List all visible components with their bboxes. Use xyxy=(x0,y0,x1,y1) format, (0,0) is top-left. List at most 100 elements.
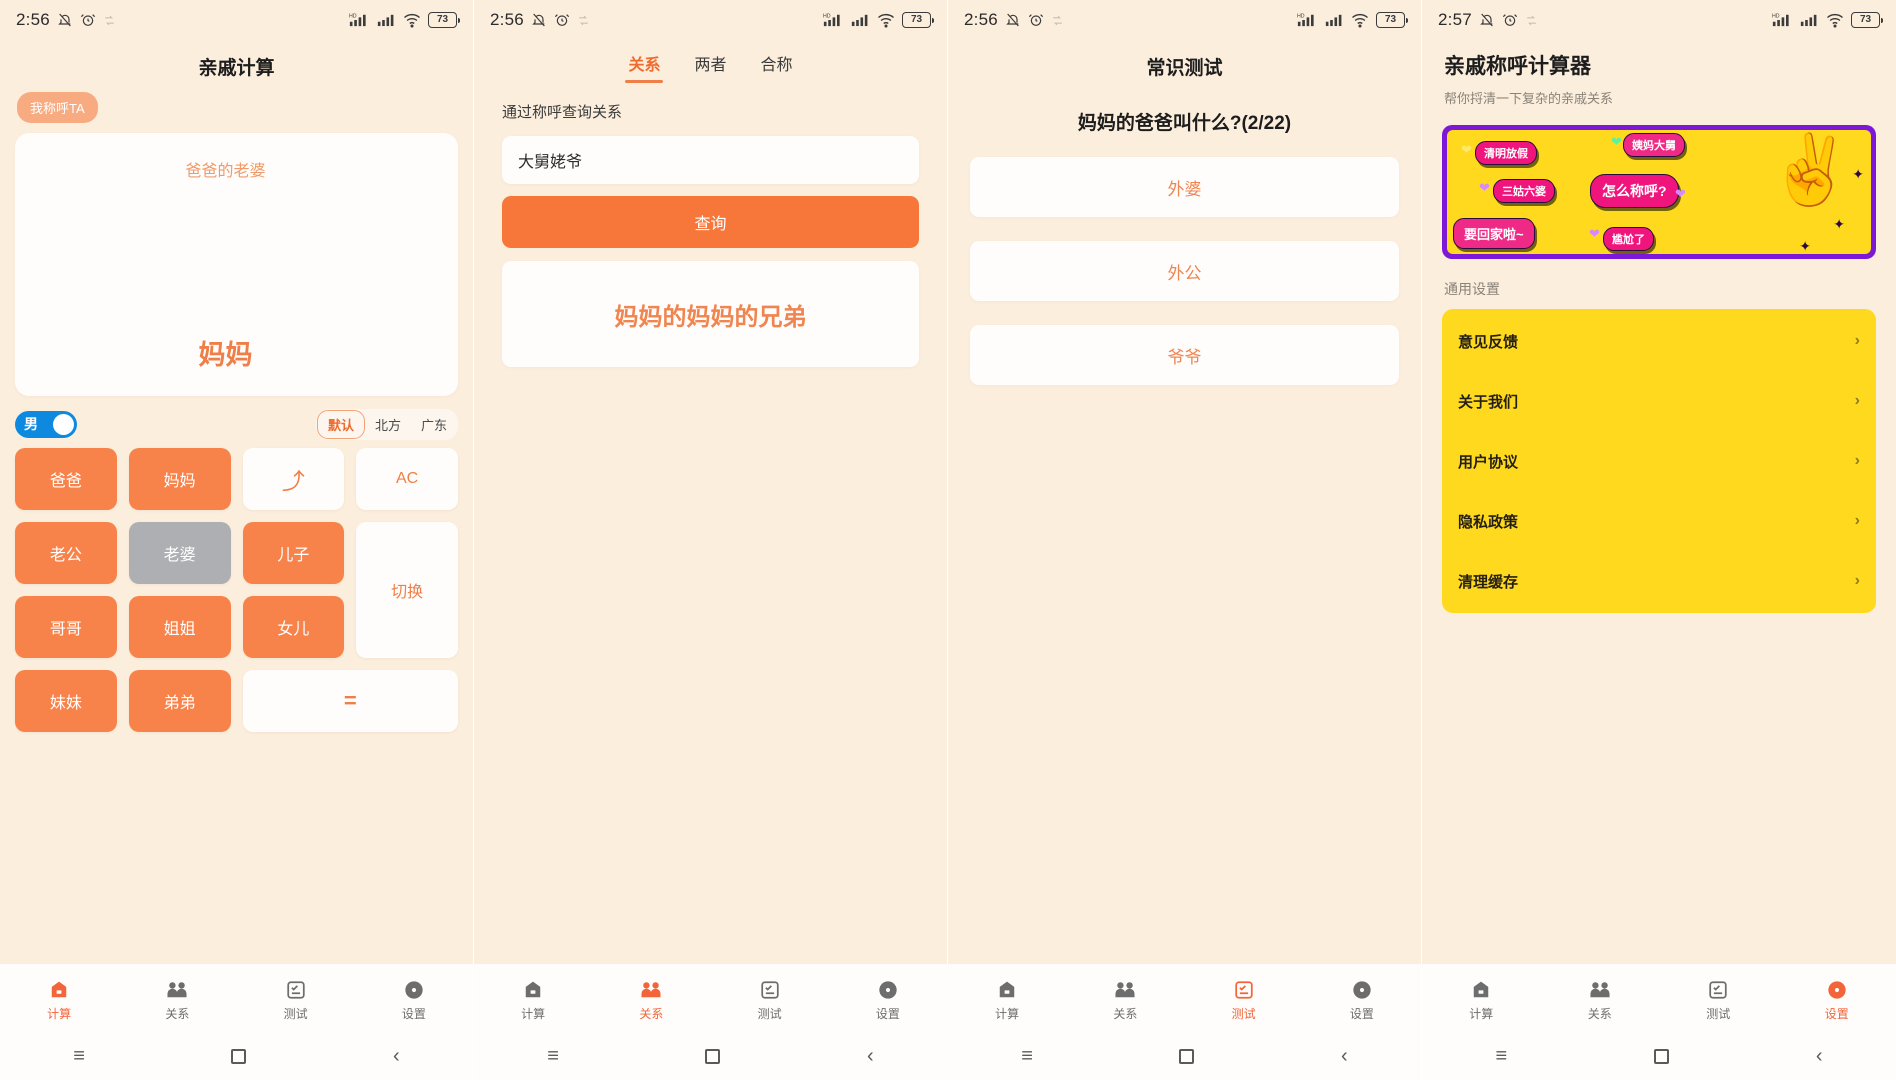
system-home-button[interactable] xyxy=(705,1048,721,1064)
key-daughter[interactable]: 女儿 xyxy=(242,596,345,658)
query-button[interactable]: 查询 xyxy=(502,196,919,248)
alarm-icon xyxy=(1028,14,1043,26)
nav-item-calculate[interactable]: 计算 xyxy=(474,979,592,1022)
calculator-body: 我称呼TA 爸爸的老婆 妈妈 男 默认 北方 广东 爸爸 妈妈 ⤴ AC 老公 … xyxy=(0,86,473,964)
dialect-option-guangdong[interactable]: 广东 xyxy=(411,411,457,438)
key-younger-brother[interactable]: 弟弟 xyxy=(128,670,231,732)
key-elder-brother[interactable]: 哥哥 xyxy=(15,596,117,658)
nav-item-relation[interactable]: 关系 xyxy=(1066,979,1184,1022)
key-mother[interactable]: 妈妈 xyxy=(128,448,231,510)
tab-collective[interactable]: 合称 xyxy=(761,51,793,83)
signal-icon xyxy=(851,14,868,27)
nav-item-test[interactable]: 测试 xyxy=(1659,979,1778,1022)
system-menu-button[interactable]: ≡ xyxy=(547,1046,559,1066)
quiz-option-1[interactable]: 外婆 xyxy=(970,157,1399,217)
heart-icon: ❤ xyxy=(1611,134,1622,149)
backspace-button[interactable]: ⤴ xyxy=(242,448,345,510)
chevron-right-icon: › xyxy=(1854,392,1860,409)
screen-calculator: 2:56 HD 73 亲戚计算 我称呼TA 爸爸的老婆 妈妈 男 默认 北方 广… xyxy=(0,0,474,1080)
sync-icon xyxy=(105,15,114,25)
calculator-icon xyxy=(1474,981,1489,997)
settings-item-about[interactable]: 关于我们 › xyxy=(1442,371,1876,431)
nav-label-settings: 设置 xyxy=(1349,1006,1374,1021)
nav-item-test[interactable]: 测试 xyxy=(1185,979,1303,1022)
bottom-nav: 计算 关系 测试 设置 xyxy=(948,964,1421,1032)
key-son[interactable]: 儿子 xyxy=(242,522,345,584)
settings-item-feedback[interactable]: 意见反馈 › xyxy=(1442,311,1876,371)
gender-toggle[interactable]: 男 xyxy=(15,410,77,438)
calculator-icon xyxy=(51,981,67,997)
status-bar: 2:56 HD 73 xyxy=(474,0,947,40)
nav-label-relation: 关系 xyxy=(639,1006,664,1021)
signal-hd-icon: HD xyxy=(349,13,366,27)
nav-item-test[interactable]: 测试 xyxy=(711,979,829,1022)
nav-item-calculate[interactable]: 计算 xyxy=(1422,979,1541,1022)
app-subtitle: 帮你捋清一下复杂的亲戚关系 xyxy=(1444,91,1614,106)
key-elder-sister[interactable]: 姐姐 xyxy=(128,596,231,658)
sparkle-icon: ✦ xyxy=(1833,216,1845,232)
system-menu-button[interactable]: ≡ xyxy=(1021,1046,1033,1066)
banner-badge-1: 清明放假 xyxy=(1475,141,1537,165)
promo-banner-inner: ❤ 清明放假 ❤ 姨妈大舅 ❤ 三姑六婆 怎么称呼? ❤ 要回家啦~ ❤ 尴尬了… xyxy=(1447,130,1871,254)
alarm-icon xyxy=(1502,14,1517,26)
key-father[interactable]: 爸爸 xyxy=(15,448,117,510)
nav-label-calculate: 计算 xyxy=(47,1006,72,1021)
system-home-button[interactable] xyxy=(1179,1048,1195,1064)
dialect-option-default[interactable]: 默认 xyxy=(316,409,365,439)
system-home-button[interactable] xyxy=(1653,1048,1669,1064)
keypad: 爸爸 妈妈 ⤴ AC 老公 老婆 儿子 切换 哥哥 姐姐 女儿 妹妹 弟弟 = xyxy=(15,448,458,744)
nav-item-settings[interactable]: 设置 xyxy=(1303,979,1421,1022)
status-bar-left: 2:56 xyxy=(490,10,590,30)
nav-item-calculate[interactable]: 计算 xyxy=(0,979,118,1022)
equals-button[interactable]: = xyxy=(242,670,458,732)
battery-indicator: 73 xyxy=(1376,12,1408,28)
system-home-button[interactable] xyxy=(231,1048,247,1064)
gear-icon xyxy=(879,980,897,999)
tab-relation[interactable]: 关系 xyxy=(628,51,660,83)
nav-item-settings[interactable]: 设置 xyxy=(1778,979,1896,1022)
nav-label-settings: 设置 xyxy=(1824,1006,1849,1021)
bottom-nav: 计算 关系 测试 设置 xyxy=(1422,964,1896,1032)
perspective-chip[interactable]: 我称呼TA xyxy=(17,92,98,123)
screenshot-root: 2:56 HD 73 亲戚计算 我称呼TA 爸爸的老婆 妈妈 男 默认 北方 广… xyxy=(0,0,1896,1080)
nav-item-test[interactable]: 测试 xyxy=(237,979,355,1022)
promo-banner[interactable]: ❤ 清明放假 ❤ 姨妈大舅 ❤ 三姑六婆 怎么称呼? ❤ 要回家啦~ ❤ 尴尬了… xyxy=(1442,125,1876,259)
key-younger-sister[interactable]: 妹妹 xyxy=(15,670,117,732)
relation-icon xyxy=(641,981,661,997)
status-bar-right: HD 73 xyxy=(823,12,934,28)
nav-item-relation[interactable]: 关系 xyxy=(592,979,710,1022)
dialect-option-north[interactable]: 北方 xyxy=(365,411,411,438)
quiz-option-2[interactable]: 外公 xyxy=(970,241,1399,301)
system-nav-bar: ≡ ‹ xyxy=(474,1032,947,1080)
nav-label-relation: 关系 xyxy=(1587,1006,1612,1021)
system-back-button[interactable]: ‹ xyxy=(393,1046,400,1066)
nav-item-settings[interactable]: 设置 xyxy=(829,979,947,1022)
calculator-display: 爸爸的老婆 妈妈 xyxy=(15,133,458,396)
signal-icon xyxy=(377,14,394,27)
system-back-button[interactable]: ‹ xyxy=(1341,1046,1348,1066)
system-nav-bar: ≡ ‹ xyxy=(948,1032,1421,1080)
gear-icon xyxy=(1828,980,1846,999)
system-menu-button[interactable]: ≡ xyxy=(1495,1046,1507,1066)
quiz-body: 妈妈的爸爸叫什么?(2/22) 外婆 外公 爷爷 xyxy=(948,86,1421,964)
settings-item-privacy[interactable]: 隐私政策 › xyxy=(1442,491,1876,551)
relation-icon xyxy=(1115,981,1135,997)
quiz-option-3[interactable]: 爷爷 xyxy=(970,325,1399,385)
switch-button[interactable]: 切换 xyxy=(356,522,458,658)
nav-item-calculate[interactable]: 计算 xyxy=(948,979,1066,1022)
settings-item-clear-cache[interactable]: 清理缓存 › xyxy=(1442,551,1876,611)
tab-both[interactable]: 两者 xyxy=(694,51,726,83)
nav-item-relation[interactable]: 关系 xyxy=(1541,979,1660,1022)
key-husband[interactable]: 老公 xyxy=(15,522,117,584)
clear-all-button[interactable]: AC xyxy=(356,448,458,510)
system-back-button[interactable]: ‹ xyxy=(867,1046,874,1066)
system-menu-button[interactable]: ≡ xyxy=(73,1046,85,1066)
alarm-icon xyxy=(554,14,569,26)
key-wife[interactable]: 老婆 xyxy=(128,522,231,584)
system-back-button[interactable]: ‹ xyxy=(1816,1046,1823,1066)
sync-icon xyxy=(579,15,588,25)
settings-item-agreement[interactable]: 用户协议 › xyxy=(1442,431,1876,491)
nav-item-relation[interactable]: 关系 xyxy=(118,979,236,1022)
nav-item-settings[interactable]: 设置 xyxy=(355,979,473,1022)
relation-input[interactable] xyxy=(502,136,919,184)
